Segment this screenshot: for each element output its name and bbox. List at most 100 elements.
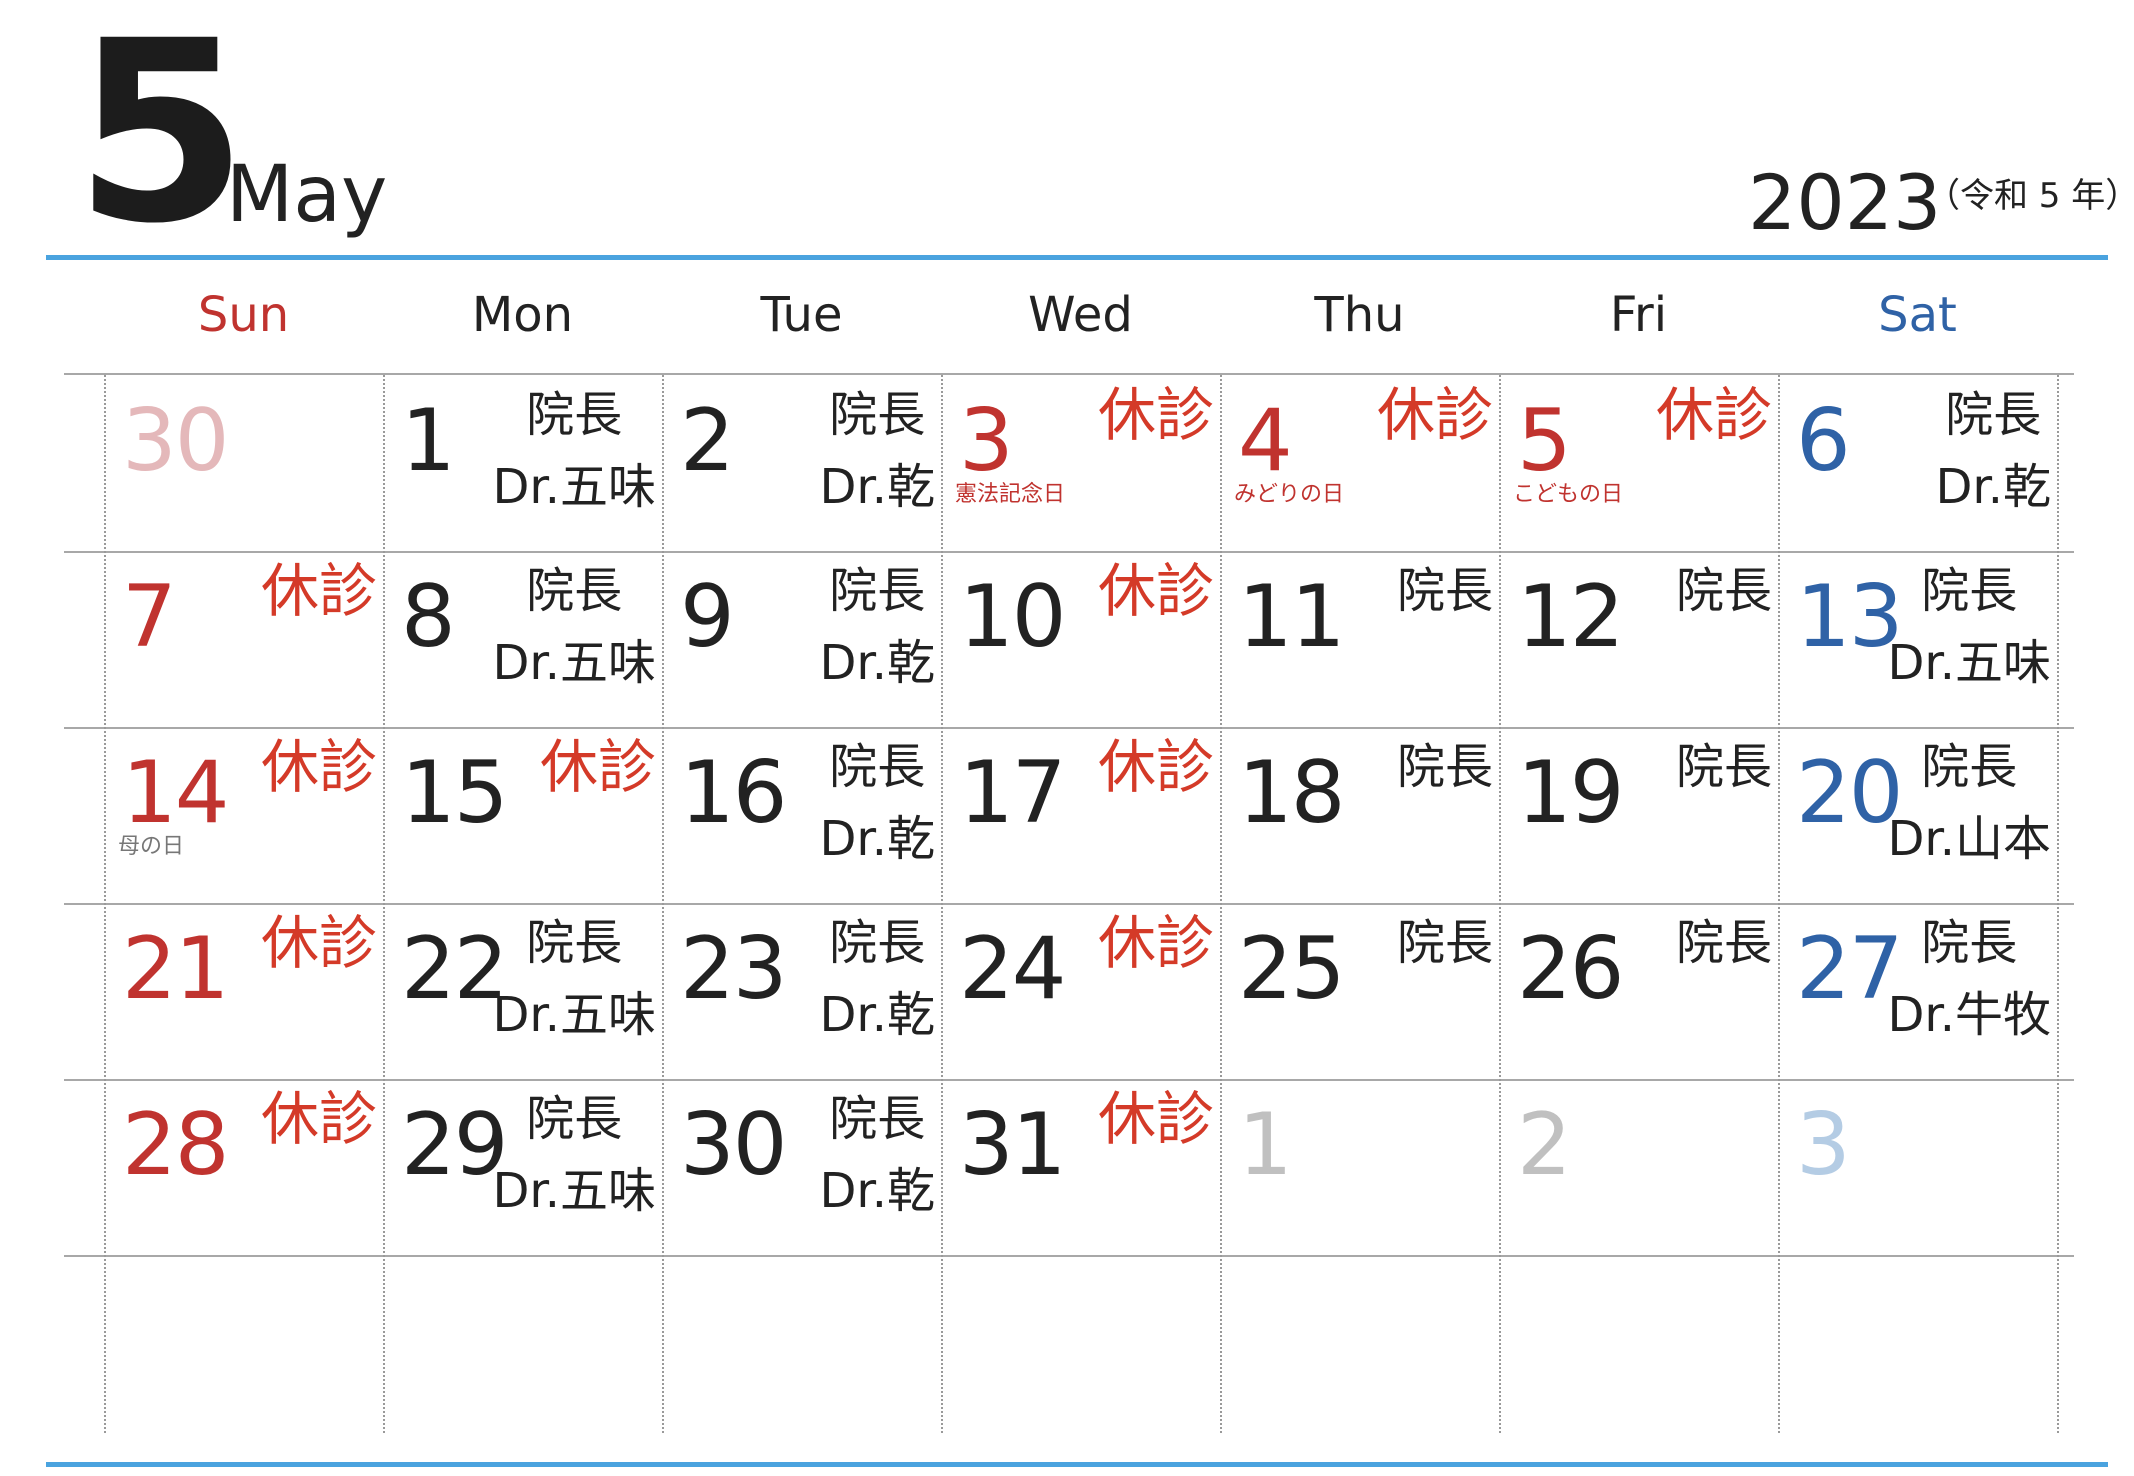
director-label: 院長 [1396,915,1493,971]
day-number: 1 [1238,1095,1293,1195]
day-number: 13 [1796,567,1903,667]
day-number: 2 [680,391,735,491]
day-number: 17 [959,743,1066,843]
closed-label: 休診 [1097,909,1214,977]
day-cell: 17 休診 [941,727,1220,903]
director-label: 院長 [1675,915,1772,971]
day-number: 26 [1517,919,1624,1019]
weekday-header: Fri [1609,287,1668,343]
day-number: 6 [1796,391,1851,491]
director-label: 院長 [526,563,623,619]
doctor-name: Dr.乾 [819,459,935,515]
holiday-name: みどりの日 [1234,482,1345,507]
day-cell: 14 休診 母の日 [104,727,383,903]
doctor-name: Dr.五味 [492,635,656,691]
day-cell: 26 院長 [1499,903,1778,1079]
day-cell [1499,1255,1778,1431]
doctor-schedule: 院長 [1676,907,1772,979]
doctor-schedule: 院長 [1676,555,1772,627]
closed-label: 休診 [1097,557,1214,625]
closed-label: 休診 [1097,381,1214,449]
day-cell: 16 院長 Dr.乾 [662,727,941,903]
day-number: 3 [959,391,1014,491]
doctor-schedule: 院長 Dr.五味 [1887,555,2051,699]
day-cell: 7 休診 [104,551,383,727]
year: 2023 [1748,158,1942,247]
day-number: 22 [401,919,508,1019]
holiday-name: 母の日 [118,834,185,859]
month-name: May [226,150,388,240]
director-label: 院長 [526,1091,623,1147]
day-cell: 13 院長 Dr.五味 [1778,551,2057,727]
day-cell: 1 [1220,1079,1499,1255]
director-label: 院長 [829,739,926,795]
day-cell: 9 院長 Dr.乾 [662,551,941,727]
day-cell: 5 休診 こどもの日 [1499,375,1778,551]
doctor-name: Dr.五味 [492,1163,656,1219]
day-number: 24 [959,919,1066,1019]
era-year: （令和 5 年） [1926,176,2134,216]
doctor-name: Dr.乾 [819,987,935,1043]
weekday-header: Wed [1028,287,1133,343]
director-label: 院長 [1921,563,2018,619]
day-number: 19 [1517,743,1624,843]
day-cell: 20 院長 Dr.山本 [1778,727,2057,903]
doctor-name: Dr.五味 [1887,635,2051,691]
day-cell [662,1255,941,1431]
day-number: 2 [1517,1095,1572,1195]
doctor-schedule: 院長 [1397,907,1493,979]
director-label: 院長 [829,1091,926,1147]
month-number: 5 [74,0,248,278]
closed-label: 休診 [1097,1085,1214,1153]
day-number: 9 [680,567,735,667]
day-number: 31 [959,1095,1066,1195]
day-number: 1 [401,391,456,491]
day-cell: 15 休診 [383,727,662,903]
day-cell [941,1255,1220,1431]
day-cell: 27 院長 Dr.牛牧 [1778,903,2057,1079]
day-cell: 31 休診 [941,1079,1220,1255]
day-cell: 30 [104,375,383,551]
day-number: 4 [1238,391,1293,491]
doctor-schedule: 院長 Dr.五味 [492,555,656,699]
day-cell: 10 休診 [941,551,1220,727]
weekday-header: Mon [471,287,574,343]
doctor-name: Dr.乾 [819,1163,935,1219]
doctor-schedule: 院長 Dr.乾 [819,731,935,875]
weekday-header: Thu [1314,287,1405,343]
day-cell: 12 院長 [1499,551,1778,727]
day-number: 20 [1796,743,1903,843]
day-number: 3 [1796,1095,1851,1195]
closed-label: 休診 [539,733,656,801]
closed-label: 休診 [260,733,377,801]
day-number: 30 [680,1095,787,1195]
day-cell [1220,1255,1499,1431]
day-number: 27 [1796,919,1903,1019]
day-cell: 23 院長 Dr.乾 [662,903,941,1079]
day-number: 25 [1238,919,1345,1019]
doctor-schedule: 院長 Dr.乾 [819,555,935,699]
closed-label: 休診 [260,909,377,977]
doctor-schedule: 院長 Dr.五味 [492,1083,656,1227]
director-label: 院長 [829,387,926,443]
doctor-schedule: 院長 [1676,731,1772,803]
weekday-header: Sun [197,287,290,343]
day-cell: 19 院長 [1499,727,1778,903]
doctor-schedule: 院長 Dr.五味 [492,379,656,523]
day-cell [104,1255,383,1431]
day-number: 30 [122,391,229,491]
day-number: 10 [959,567,1066,667]
holiday-name: 憲法記念日 [955,482,1066,507]
day-cell: 28 休診 [104,1079,383,1255]
day-number: 29 [401,1095,508,1195]
day-cell [1778,1255,2057,1431]
doctor-schedule: 院長 Dr.五味 [492,907,656,1051]
doctor-name: Dr.乾 [819,635,935,691]
day-cell: 25 院長 [1220,903,1499,1079]
day-cell: 2 [1499,1079,1778,1255]
weekday-header: Tue [760,287,843,343]
day-number: 7 [122,567,177,667]
holiday-name: こどもの日 [1513,482,1624,507]
day-cell: 29 院長 Dr.五味 [383,1079,662,1255]
director-label: 院長 [526,387,623,443]
